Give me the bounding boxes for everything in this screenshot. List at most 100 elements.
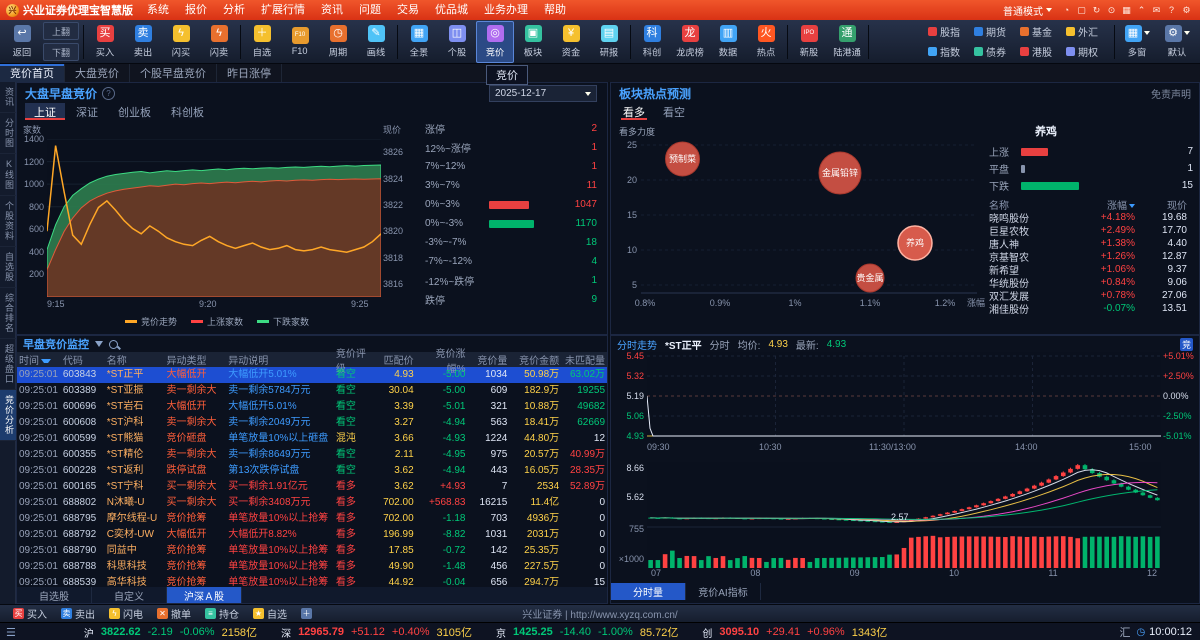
toolbar-hk-connect-button[interactable]: 通陆港通 — [828, 21, 866, 63]
page-up-button[interactable]: 上翻 — [43, 22, 79, 40]
info-icon[interactable]: ? — [102, 87, 115, 100]
collapse-icon[interactable]: ⌃ — [1134, 3, 1149, 18]
quick-期权-button[interactable]: 期权 — [1066, 42, 1112, 62]
quick-基金-button[interactable]: 基金 — [1020, 22, 1066, 42]
toolbar-funds-button[interactable]: ¥资金 — [552, 21, 590, 63]
toolbar-report-button[interactable]: ▤研报 — [590, 21, 628, 63]
monitor-row-600355[interactable]: 09:25:01600355*ST精伦卖一剩余大卖一剩余8649万元看空2.11… — [17, 447, 607, 463]
menu-item-帮助[interactable]: 帮助 — [536, 0, 574, 20]
menu-item-分析[interactable]: 分析 — [215, 0, 253, 20]
quick-指数-button[interactable]: 指数 — [928, 42, 974, 62]
toolbar-star-market-button[interactable]: 科科创 — [633, 21, 671, 63]
monitor-row-688790[interactable]: 09:25:01688790同益中竞价抢筹单笔放量10%以上抢筹看多17.85-… — [17, 543, 607, 559]
index-京[interactable]: 京1425.25-14.40-1.00%85.72亿 — [496, 624, 678, 640]
toolbar-favorites-button[interactable]: ＋自选 — [243, 21, 281, 63]
apps-icon[interactable]: ▦ — [1119, 3, 1134, 18]
rail-item-资讯[interactable]: 资讯 — [0, 82, 16, 113]
menu-item-问题[interactable]: 问题 — [351, 0, 389, 20]
monitor-row-600228[interactable]: 09:25:01600228*ST返利跌停试盘第13次跌停试盘看空3.62-4.… — [17, 463, 607, 479]
message-icon[interactable]: ✉ — [1149, 3, 1164, 18]
refresh-icon[interactable]: ↻ — [1089, 3, 1104, 18]
rail-item-分时图[interactable]: 分时图 — [0, 113, 16, 154]
toolbar-dragon-tiger-button[interactable]: 龙龙虎榜 — [671, 21, 709, 63]
intraday-tab[interactable]: 分时走势 — [617, 337, 657, 352]
toolbar-sell-button[interactable]: 卖卖出 — [124, 21, 162, 63]
toolbar-sector-button[interactable]: ▣板块 — [514, 21, 552, 63]
market-tab-上证[interactable]: 上证 — [25, 103, 65, 120]
menu-item-报价[interactable]: 报价 — [177, 0, 215, 20]
toolbar-buy-button[interactable]: 买买入 — [86, 21, 124, 63]
monitor-row-600599[interactable]: 09:25:01600599*ST熊猫竞价砸盘单笔放量10%以上砸盘混沌3.66… — [17, 431, 607, 447]
menu-item-业务办理[interactable]: 业务办理 — [476, 0, 536, 20]
monitor-row-688802[interactable]: 09:25:01688802N沐曦-U买一剩余大买一剩余3408万元看多702.… — [17, 495, 607, 511]
column-header-代码[interactable]: 代码 — [61, 352, 105, 367]
market-tab-深证[interactable]: 深证 — [67, 103, 107, 120]
column-header-名称[interactable]: 名称 — [105, 352, 165, 367]
monitor-row-600608[interactable]: 09:25:01600608*ST沪科卖一剩余大卖一剩余2049万元看空3.27… — [17, 415, 607, 431]
column-header-匹配价[interactable]: 匹配价 — [372, 352, 416, 367]
help-icon[interactable]: ? — [1164, 2, 1179, 17]
date-select[interactable]: 2025-12-17 — [489, 85, 597, 102]
menu-item-扩展行情[interactable]: 扩展行情 — [253, 0, 313, 20]
cmd-sell-button[interactable]: 卖卖出 — [54, 606, 102, 621]
monitor-row-600696[interactable]: 09:25:01600696*ST岩石大幅低开大幅低开5.01%看空3.39-5… — [17, 399, 607, 415]
mode-selector[interactable]: 普通模式 — [999, 3, 1056, 18]
toolbar-data-button[interactable]: ▥数据 — [709, 21, 747, 63]
page-tab-个股早盘竞价[interactable]: 个股早盘竞价 — [130, 64, 217, 82]
filter-icon[interactable] — [95, 341, 103, 347]
monitor-row-688792[interactable]: 09:25:01688792C奕材-UW大幅低开大幅低开8.82%看多196.9… — [17, 527, 607, 543]
cmd-positions-button[interactable]: ≡持仓 — [198, 606, 246, 621]
monitor-row-603389[interactable]: 09:25:01603389*ST亚振卖一剩余大卖一剩余5784万元看空30.0… — [17, 383, 607, 399]
column-header-异动类型[interactable]: 异动类型 — [165, 352, 227, 367]
rail-item-K线图[interactable]: K线图 — [0, 154, 16, 196]
cmd-buy-button[interactable]: 买买入 — [6, 606, 54, 621]
index-沪[interactable]: 沪3822.62-2.19-0.06%2158亿 — [84, 624, 257, 640]
cmd-watchlist-button[interactable]: ★自选 — [246, 606, 294, 621]
monitor-row-600165[interactable]: 09:25:01600165*ST宁科买一剩余大买一剩余1.91亿元看多3.62… — [17, 479, 607, 495]
multi-window-button[interactable]: ▦多窗 — [1117, 22, 1157, 62]
disclaimer-link[interactable]: 免责声明 — [1151, 86, 1191, 101]
sector-bubble-贵金属[interactable]: 贵金属 — [856, 264, 884, 292]
sector-stock-row[interactable]: 湘佳股份-0.07%13.51 — [989, 302, 1193, 315]
toolbar-stock-button[interactable]: ◫个股 — [438, 21, 476, 63]
menu-item-资讯[interactable]: 资讯 — [313, 0, 351, 20]
market-tab-科创板[interactable]: 科创板 — [162, 103, 213, 120]
search-icon[interactable] — [109, 340, 118, 349]
chart-tab-分时量[interactable]: 分时量 — [611, 583, 686, 600]
list-tab-自定义[interactable]: 自定义 — [92, 587, 167, 603]
page-tab-竞价首页[interactable]: 竞价首页 — [0, 64, 65, 82]
toolbar-f10-button[interactable]: F10F10 — [281, 21, 319, 63]
toolbar-hot-button[interactable]: 火热点 — [747, 21, 785, 63]
toolbar-draw-button[interactable]: ✎画线 — [357, 21, 395, 63]
sector-tab-看多[interactable]: 看多 — [621, 103, 647, 120]
rail-item-个股资料[interactable]: 个股资料 — [0, 196, 16, 247]
quick-债券-button[interactable]: 债券 — [974, 42, 1020, 62]
toolbar-flash-sell-button[interactable]: ϟ闪卖 — [200, 21, 238, 63]
column-header-时间[interactable]: 时间 — [17, 352, 61, 367]
toolbar-flash-buy-button[interactable]: ϟ闪买 — [162, 21, 200, 63]
column-header-竞价量[interactable]: 竞价量 — [467, 352, 509, 367]
menu-item-系统[interactable]: 系统 — [139, 0, 177, 20]
rail-item-综合排名[interactable]: 综合排名 — [0, 288, 16, 339]
index-创[interactable]: 创3095.10+29.41+0.96%1343亿 — [702, 624, 887, 640]
toolbar-panorama-button[interactable]: ▦全景 — [400, 21, 438, 63]
rail-item-自选股[interactable]: 自选股 — [0, 247, 16, 288]
menu-item-优品城[interactable]: 优品城 — [427, 0, 476, 20]
page-down-button[interactable]: 下翻 — [43, 43, 79, 61]
market-tab-创业板[interactable]: 创业板 — [109, 103, 160, 120]
sector-bubble-预制菜[interactable]: 预制菜 — [666, 142, 700, 176]
toolbar-ipo-button[interactable]: IPO新股 — [790, 21, 828, 63]
sector-bubble-金属铅锌[interactable]: 金属铅锌 — [819, 152, 861, 194]
toolbar-auction-button[interactable]: ◎竞价 — [476, 21, 514, 63]
list-tab-沪深Ａ股[interactable]: 沪深Ａ股 — [167, 587, 242, 603]
monitor-row-688788[interactable]: 09:25:01688788科思科技竞价抢筹单笔放量10%以上抢筹看多49.90… — [17, 559, 607, 575]
hamburger-icon[interactable]: ☰ — [0, 626, 24, 639]
sector-bubble-养鸡[interactable]: 养鸡 — [898, 226, 932, 260]
quick-股指-button[interactable]: 股指 — [928, 22, 974, 42]
monitor-row-603843[interactable]: 09:25:01603843*ST正平大幅低开大幅低开5.01%看空4.93-5… — [17, 367, 607, 383]
page-tab-昨日涨停[interactable]: 昨日涨停 — [217, 64, 282, 82]
settings-icon[interactable]: ⚙ — [1179, 3, 1194, 18]
toolbar-back-button[interactable]: ↩返回 — [3, 21, 41, 63]
quick-外汇-button[interactable]: 外汇 — [1066, 22, 1112, 42]
auction-badge[interactable]: 竞 — [1180, 338, 1193, 351]
